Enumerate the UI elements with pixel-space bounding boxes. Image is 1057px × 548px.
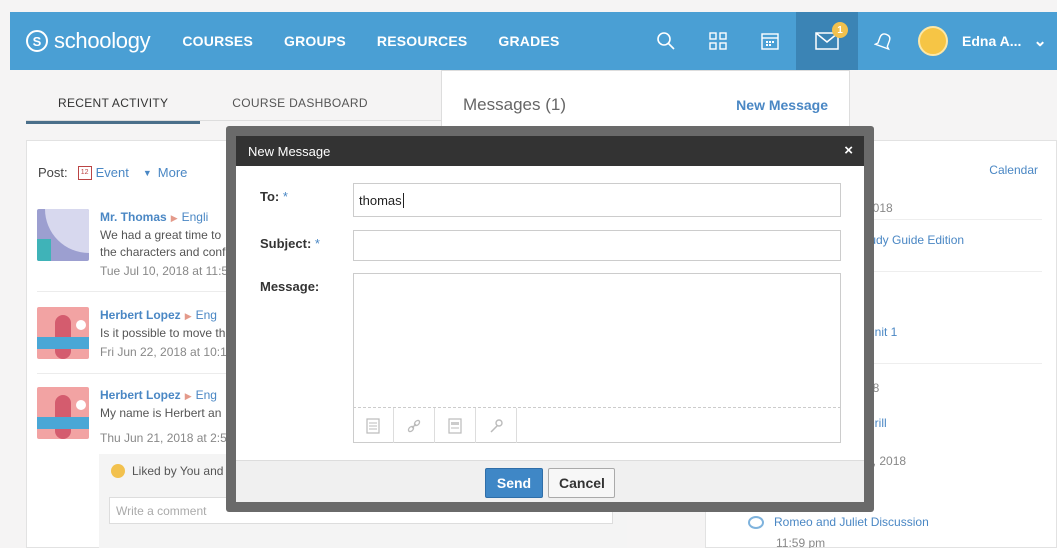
- nav-resources[interactable]: RESOURCES: [377, 33, 467, 49]
- post-bar: Post: 12 Event ▼ More: [38, 165, 187, 180]
- main-nav: COURSES GROUPS RESOURCES GRADES: [182, 33, 590, 49]
- new-message-dialog: New Message × To: * thomas Subject: * Me…: [236, 136, 864, 502]
- messages-title: Messages (1): [463, 95, 566, 114]
- message-label: Message:: [260, 279, 320, 294]
- calendar-link[interactable]: Calendar: [989, 163, 1038, 177]
- nav-groups[interactable]: GROUPS: [284, 33, 346, 49]
- tab-recent-activity[interactable]: RECENT ACTIVITY: [26, 88, 201, 124]
- sidebar-item[interactable]: tudy Guide Edition: [866, 233, 964, 247]
- logo-text: schoology: [54, 28, 151, 53]
- chevron-down-icon: ⌄: [1033, 33, 1047, 50]
- event-time: 11:59 pm: [776, 536, 826, 548]
- post-label: Post:: [38, 165, 68, 180]
- tab-course-dashboard[interactable]: COURSE DASHBOARD: [200, 88, 400, 124]
- to-label: To: *: [260, 189, 288, 204]
- send-button[interactable]: Send: [485, 468, 543, 498]
- feed-author[interactable]: Herbert Lopez: [100, 388, 181, 402]
- feed-course[interactable]: Eng: [196, 308, 217, 322]
- avatar: [37, 209, 89, 261]
- apps-grid-icon[interactable]: [692, 12, 744, 70]
- feed-course[interactable]: Engli: [182, 210, 209, 224]
- discussion-icon: [748, 515, 764, 529]
- post-more-link[interactable]: More: [158, 165, 188, 180]
- link-icon[interactable]: [394, 408, 435, 443]
- calendar-icon[interactable]: [744, 12, 796, 70]
- dialog-footer: Send Cancel: [236, 460, 864, 502]
- dialog-header: New Message ×: [236, 136, 864, 166]
- embed-icon[interactable]: [476, 408, 517, 443]
- resource-icon[interactable]: [435, 408, 476, 443]
- subject-label: Subject: *: [260, 236, 320, 251]
- user-menu[interactable]: Edna A... ⌄: [918, 12, 1047, 70]
- to-field[interactable]: thomas: [353, 183, 841, 217]
- dialog-title: New Message: [248, 144, 331, 159]
- feed-author[interactable]: Herbert Lopez: [100, 308, 181, 322]
- subject-field[interactable]: [353, 230, 841, 261]
- arrow-right-icon: ▶: [170, 213, 178, 223]
- arrow-right-icon: ▶: [184, 311, 192, 321]
- like-smiley-icon: [111, 464, 125, 478]
- event-title[interactable]: Romeo and Juliet Discussion: [774, 515, 929, 529]
- search-icon[interactable]: [640, 12, 692, 70]
- required-mark: *: [314, 236, 320, 251]
- attach-file-icon[interactable]: [353, 408, 394, 443]
- avatar: [918, 26, 948, 56]
- nav-icon-group: 1: [640, 12, 910, 70]
- logo-icon: S: [26, 30, 48, 52]
- bell-icon[interactable]: [858, 12, 910, 70]
- divider: [866, 363, 1042, 364]
- schoology-logo[interactable]: S schoology: [26, 28, 151, 54]
- event-calendar-icon: 12: [77, 165, 92, 180]
- mail-icon[interactable]: 1: [796, 12, 858, 70]
- sidebar-event[interactable]: Romeo and Juliet Discussion: [748, 515, 929, 529]
- avatar: [37, 387, 89, 439]
- divider: [866, 271, 1042, 272]
- liked-by-text[interactable]: Liked by You and 1: [132, 464, 233, 478]
- post-event-link[interactable]: Event: [96, 165, 129, 180]
- message-toolbar: [353, 407, 841, 443]
- required-mark: *: [282, 189, 288, 204]
- feed-course[interactable]: Eng: [196, 388, 217, 402]
- caret-down-icon: ▼: [142, 167, 152, 178]
- home-tabs: RECENT ACTIVITY COURSE DASHBOARD: [26, 88, 400, 124]
- new-message-link[interactable]: New Message: [736, 97, 828, 113]
- divider: [866, 219, 1042, 220]
- close-icon[interactable]: ×: [844, 142, 853, 159]
- cancel-button[interactable]: Cancel: [548, 468, 615, 498]
- feed-author[interactable]: Mr. Thomas: [100, 210, 167, 224]
- tabs-divider: [26, 120, 446, 121]
- user-name: Edna A...: [962, 33, 1022, 49]
- mail-count-badge: 1: [832, 22, 848, 38]
- avatar: [37, 307, 89, 359]
- top-navigation-bar: S schoology COURSES GROUPS RESOURCES GRA…: [10, 12, 1057, 70]
- arrow-right-icon: ▶: [184, 391, 192, 401]
- nav-grades[interactable]: GRADES: [498, 33, 559, 49]
- nav-courses[interactable]: COURSES: [182, 33, 253, 49]
